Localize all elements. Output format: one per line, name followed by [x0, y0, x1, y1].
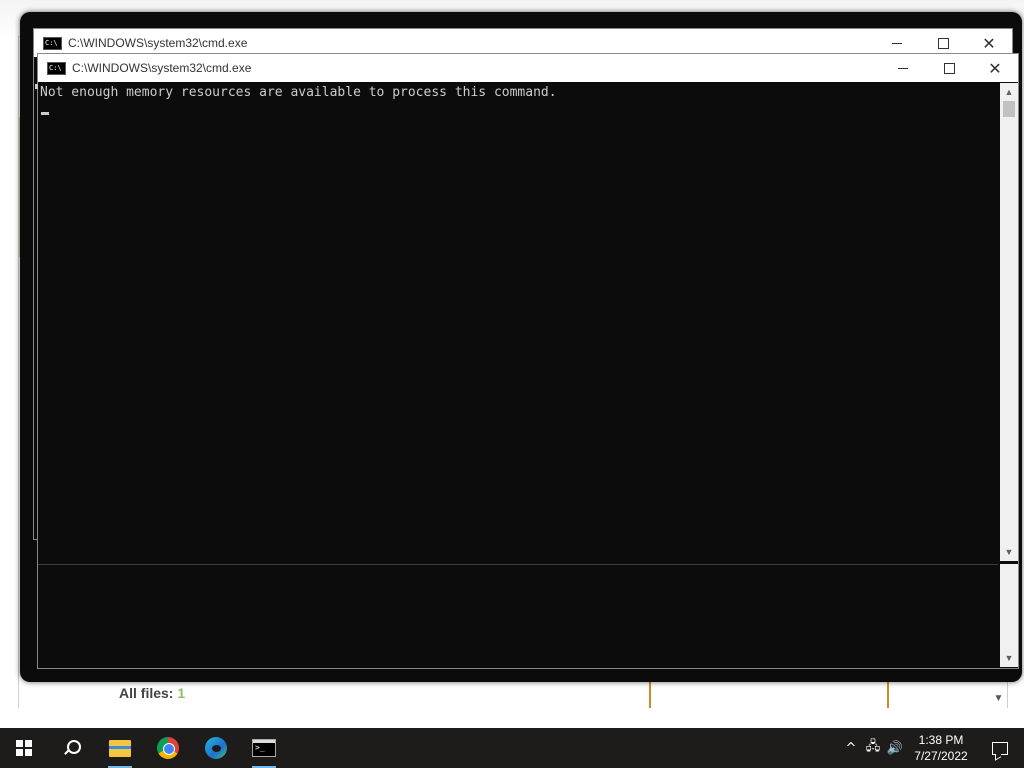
maximize-icon	[943, 62, 955, 74]
system-tray: ^ 🖧 🔊 1:38 PM 7/27/2022	[840, 728, 1024, 768]
taskbar: ^ 🖧 🔊 1:38 PM 7/27/2022	[0, 728, 1024, 768]
search-button[interactable]	[48, 728, 96, 768]
clock-time: 1:38 PM	[918, 733, 964, 747]
taskbar-command-prompt[interactable]	[240, 728, 288, 768]
console-output[interactable]: Not enough memory resources are availabl…	[35, 83, 998, 561]
windows-logo-icon	[16, 740, 32, 756]
scroll-up-icon[interactable]: ▲	[1000, 83, 1018, 101]
window-title: C:\WINDOWS\system32\cmd.exe	[68, 36, 248, 50]
close-icon: ✕	[988, 58, 1002, 78]
search-icon	[64, 740, 81, 756]
scroll-down-icon[interactable]: ▼	[1000, 543, 1018, 561]
network-icon[interactable]: 🖧	[862, 728, 884, 768]
scroll-thumb[interactable]	[1003, 101, 1015, 117]
action-center-button[interactable]	[976, 728, 1024, 768]
all-files-label: All files: 1	[119, 685, 185, 701]
column-divider	[887, 677, 889, 711]
minimize-icon	[898, 67, 908, 69]
close-button[interactable]: ✕	[972, 54, 1018, 82]
close-icon: ✕	[982, 33, 996, 53]
text-cursor	[41, 112, 49, 115]
folder-icon	[109, 739, 131, 757]
terminal-icon	[252, 739, 276, 757]
all-files-count: 1	[177, 685, 186, 701]
vertical-scrollbar[interactable]: ▲ ▼	[1000, 83, 1018, 561]
volume-icon[interactable]: 🔊	[884, 728, 906, 768]
console-marker	[35, 84, 38, 89]
taskbar-chrome[interactable]	[144, 728, 192, 768]
taskbar-edge[interactable]	[192, 728, 240, 768]
maximize-button[interactable]	[926, 54, 972, 82]
maximize-icon	[937, 37, 949, 49]
start-button[interactable]	[0, 728, 48, 768]
console-lower-pane[interactable]	[38, 564, 998, 668]
clock[interactable]: 1:38 PM 7/27/2022	[906, 732, 976, 764]
notification-icon	[992, 741, 1008, 755]
chrome-icon	[157, 737, 179, 759]
cmd-app-icon: C:\	[47, 61, 66, 75]
chevron-down-icon[interactable]: ▼	[990, 689, 1007, 709]
chevron-up-icon[interactable]: ^	[840, 728, 862, 768]
taskbar-file-explorer[interactable]	[96, 728, 144, 768]
all-files-text: All files:	[119, 685, 174, 701]
minimize-icon	[892, 42, 902, 44]
scroll-down-icon[interactable]: ▼	[1000, 649, 1018, 667]
desktop-strip	[0, 708, 1024, 728]
edge-icon	[205, 737, 227, 759]
clock-date: 7/27/2022	[914, 749, 968, 763]
window-title: C:\WINDOWS\system32\cmd.exe	[72, 61, 252, 75]
minimize-button[interactable]	[880, 54, 926, 82]
title-bar[interactable]: C:\ C:\WINDOWS\system32\cmd.exe ✕	[38, 54, 1018, 82]
console-line: Not enough memory resources are availabl…	[40, 85, 557, 100]
lower-vertical-scrollbar[interactable]: ▼	[1000, 564, 1018, 667]
column-divider	[649, 677, 651, 711]
cmd-window-front[interactable]: C:\ C:\WINDOWS\system32\cmd.exe ✕ Not en…	[35, 53, 1019, 669]
cmd-app-icon: C:\	[43, 36, 62, 50]
